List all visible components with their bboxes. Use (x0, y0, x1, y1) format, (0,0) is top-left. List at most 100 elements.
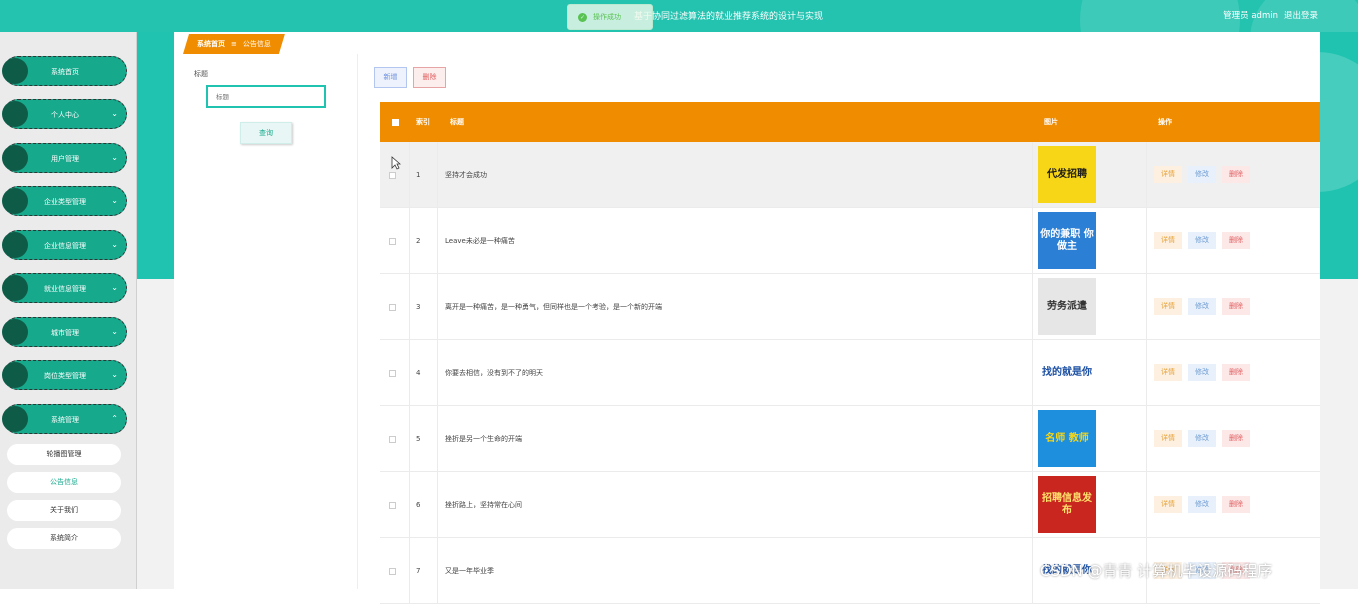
row-image: 招聘信息发布 (1038, 476, 1096, 533)
top-bar: 基于协同过滤算法的就业推荐系统的设计与实现 管理员 admin 退出登录 (0, 0, 1358, 32)
mouse-cursor-icon (391, 156, 401, 170)
success-toast: ✓ 操作成功 (567, 4, 653, 30)
sidebar-item-position-type[interactable]: 岗位类型管理 ⌄ (2, 360, 127, 390)
row-image-text: 代发招聘 (1047, 168, 1087, 180)
sidebar-item-company-info[interactable]: 企业信息管理 ⌄ (2, 230, 127, 260)
sidebar-item-employment-info[interactable]: 就业信息管理 ⌄ (2, 273, 127, 303)
logout-link[interactable]: 退出登录 (1284, 11, 1318, 21)
table-header: 索引 标题 图片 操作 (380, 102, 1320, 142)
row-checkbox[interactable] (389, 472, 396, 538)
delete-button[interactable]: 删除 (1222, 496, 1250, 513)
delete-button[interactable]: 删除 (1222, 364, 1250, 381)
batch-delete-button[interactable]: 删除 (413, 67, 446, 88)
edit-button[interactable]: 修改 (1188, 430, 1216, 447)
sidebar-item-label: 系统管理 (51, 416, 79, 424)
sidebar: 系统首页 个人中心 ⌄ 用户管理 ⌄ 企业类型管理 ⌄ 企业信息管理 ⌄ 就业信息管理 ⌄… (0, 32, 137, 589)
sidebar-item-personal[interactable]: 个人中心 ⌄ (2, 99, 127, 129)
row-checkbox[interactable] (389, 538, 396, 604)
detail-button[interactable]: 详情 (1154, 298, 1182, 315)
sidebar-item-label: 城市管理 (51, 329, 79, 337)
edit-button[interactable]: 修改 (1188, 232, 1216, 249)
row-checkbox[interactable] (389, 340, 396, 406)
sidebar-subitem-about[interactable]: 关于我们 (7, 500, 121, 521)
sidebar-item-users[interactable]: 用户管理 ⌄ (2, 143, 127, 173)
row-index: 6 (416, 501, 421, 509)
sidebar-subitem-notice[interactable]: 公告信息 (7, 472, 121, 493)
row-checkbox[interactable] (389, 208, 396, 274)
header-image: 图片 (1044, 118, 1058, 126)
row-checkbox[interactable] (389, 406, 396, 472)
row-actions: 详情 修改 删除 (1154, 166, 1250, 183)
row-image-text: 劳务派遣 (1047, 300, 1087, 312)
row-index: 2 (416, 237, 421, 245)
detail-button[interactable]: 详情 (1154, 364, 1182, 381)
main-content: 系统首页 ≡ 公告信息 标题 查询 新增 删除 索引 标题 图片 操作 1 坚持才会成… (174, 32, 1320, 604)
table-row: 3 离开是一种痛苦，是一种勇气，但同样也是一个考验，是一个新的开端 劳务派遣 详情 修改… (380, 274, 1320, 340)
detail-button[interactable]: 详情 (1154, 430, 1182, 447)
chevron-down-icon: ⌄ (111, 283, 118, 292)
sidebar-item-company-type[interactable]: 企业类型管理 ⌄ (2, 186, 127, 216)
chevron-down-icon: ⌄ (111, 327, 118, 336)
row-image: 你的兼职 你做主 (1038, 212, 1096, 269)
header-action: 操作 (1158, 118, 1172, 126)
row-actions: 详情 修改 删除 (1154, 232, 1250, 249)
table-row: 6 挫折路上，坚持常在心间 招聘信息发布 详情 修改 删除 (380, 472, 1320, 538)
row-index: 1 (416, 171, 421, 179)
sidebar-item-city[interactable]: 城市管理 ⌄ (2, 317, 127, 347)
breadcrumb-home[interactable]: 系统首页 (197, 40, 225, 48)
delete-button[interactable]: 删除 (1222, 232, 1250, 249)
row-image: 劳务派遣 (1038, 278, 1096, 335)
search-button[interactable]: 查询 (240, 122, 292, 144)
row-title: Leave未必是一种痛苦 (445, 237, 515, 245)
delete-button[interactable]: 删除 (1222, 298, 1250, 315)
row-index: 7 (416, 567, 421, 575)
chevron-down-icon: ⌄ (111, 370, 118, 379)
title-search-input[interactable] (206, 85, 326, 108)
breadcrumb-current: 公告信息 (242, 40, 271, 48)
row-title: 你要去相信，没有到不了的明天 (445, 369, 543, 377)
row-checkbox[interactable] (389, 274, 396, 340)
table-row: 1 坚持才会成功 代发招聘 详情 修改 删除 (380, 142, 1320, 208)
chevron-down-icon: ⌄ (111, 109, 118, 118)
row-actions: 详情 修改 删除 (1154, 430, 1250, 447)
header-title: 标题 (450, 118, 464, 126)
sidebar-item-label: 个人中心 (51, 111, 79, 119)
edit-button[interactable]: 修改 (1188, 496, 1216, 513)
sidebar-item-label: 企业信息管理 (44, 242, 86, 250)
select-all-checkbox[interactable] (392, 102, 399, 142)
divider (357, 54, 358, 589)
admin-info: 管理员 admin 退出登录 (1217, 9, 1318, 21)
watermark: CSDN @青青 计算机毕设源码程序 (1040, 562, 1273, 580)
detail-button[interactable]: 详情 (1154, 232, 1182, 249)
detail-button[interactable]: 详情 (1154, 166, 1182, 183)
app-title: 基于协同过滤算法的就业推荐系统的设计与实现 (634, 12, 824, 22)
detail-button[interactable]: 详情 (1154, 496, 1182, 513)
chevron-up-icon: ⌃ (111, 414, 118, 423)
delete-button[interactable]: 删除 (1222, 166, 1250, 183)
row-checkbox[interactable] (389, 142, 396, 208)
sidebar-item-label: 系统首页 (51, 68, 79, 76)
table-row: 5 挫折是另一个生命的开端 名师 教师 详情 修改 删除 (380, 406, 1320, 472)
row-index: 4 (416, 369, 421, 377)
row-actions: 详情 修改 删除 (1154, 298, 1250, 315)
edit-button[interactable]: 修改 (1188, 364, 1216, 381)
delete-button[interactable]: 删除 (1222, 430, 1250, 447)
sidebar-subitem-intro[interactable]: 系统简介 (7, 528, 121, 549)
row-title: 坚持才会成功 (445, 171, 487, 179)
sidebar-item-system[interactable]: 系统管理 ⌃ (2, 404, 127, 434)
sidebar-item-home[interactable]: 系统首页 (2, 56, 127, 86)
toast-text: 操作成功 (593, 13, 621, 21)
row-image: 代发招聘 (1038, 146, 1096, 203)
edit-button[interactable]: 修改 (1188, 298, 1216, 315)
sidebar-item-label: 企业类型管理 (44, 198, 86, 206)
add-button[interactable]: 新增 (374, 67, 407, 88)
row-image-text: 名师 教师 (1045, 432, 1089, 444)
edit-button[interactable]: 修改 (1188, 166, 1216, 183)
check-icon: ✓ (578, 12, 587, 22)
sidebar-item-label: 就业信息管理 (44, 285, 86, 293)
row-index: 5 (416, 435, 421, 443)
sidebar-subitem-carousel[interactable]: 轮播图管理 (7, 444, 121, 465)
sidebar-item-label: 用户管理 (51, 155, 79, 163)
header-index: 索引 (416, 117, 430, 126)
row-actions: 详情 修改 删除 (1154, 496, 1250, 513)
